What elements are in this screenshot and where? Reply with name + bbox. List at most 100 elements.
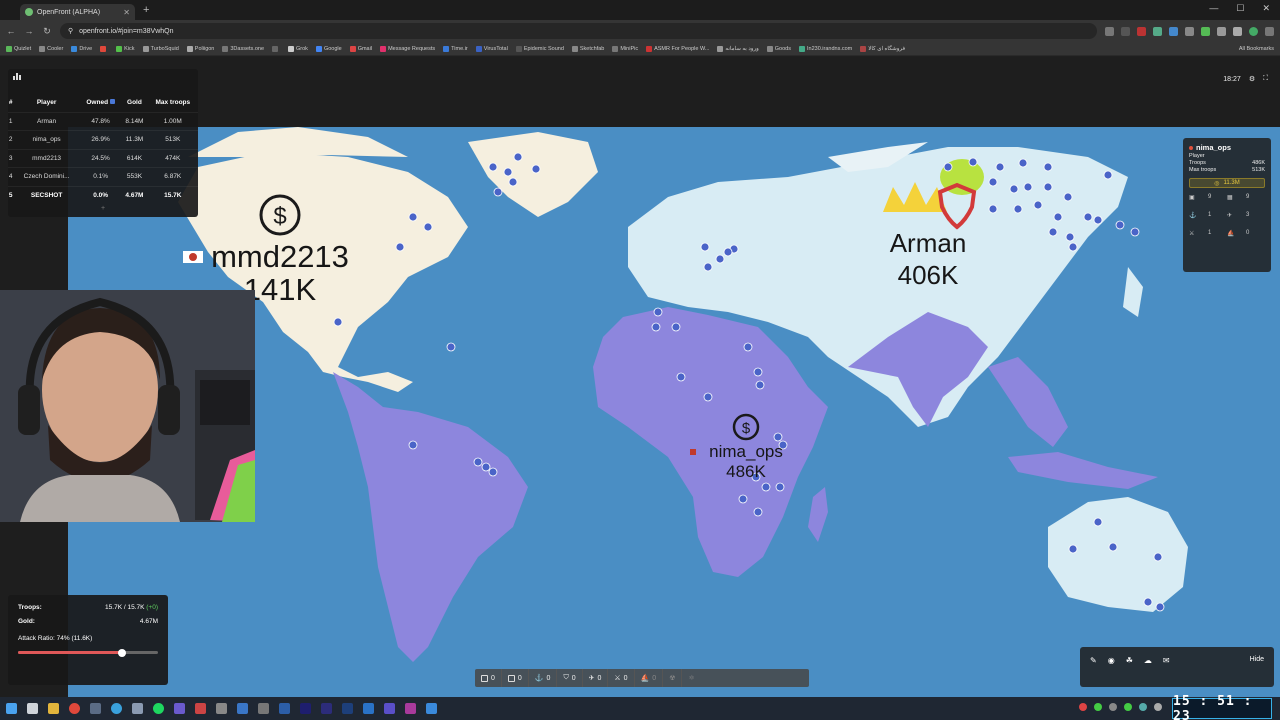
app-icon[interactable] [237,703,248,714]
city-marker[interactable] [1083,212,1093,222]
city-marker[interactable] [1043,162,1053,172]
tray-icon[interactable] [1124,703,1132,711]
app-icon[interactable] [195,703,206,714]
build-port-button[interactable]: ⚓ 0 [529,669,558,687]
city-marker[interactable] [488,162,498,172]
city-marker[interactable] [395,242,405,252]
build-hydrogen-button[interactable]: ⚛ [682,669,700,687]
extension-icon[interactable] [1169,26,1178,36]
build-sam-button[interactable]: ⚔ 0 [608,669,635,687]
bookmark-item[interactable]: Google [315,45,342,52]
app-icon[interactable] [216,703,227,714]
bookmark-item[interactable] [272,45,280,52]
bookmark-item[interactable]: MiniPic [612,45,638,52]
extension-icon[interactable] [1153,26,1162,36]
city-marker[interactable] [1053,212,1063,222]
alliance-icon[interactable]: ☘ [1126,656,1133,665]
bookmark-item[interactable]: Sketchfab [571,45,604,52]
bookmark-item[interactable]: ASMR For People W... [646,45,709,52]
rider-icon[interactable] [405,703,416,714]
city-marker[interactable] [408,212,418,222]
settings-icon[interactable]: ⚙ [1249,75,1255,83]
city-marker[interactable] [775,482,785,492]
close-tab-icon[interactable]: ✕ [123,8,130,17]
site-info-icon[interactable]: ⚲ [68,27,73,35]
build-nuke-button[interactable]: ☢ [663,669,683,687]
city-marker[interactable] [1068,544,1078,554]
bookmark-item[interactable]: Drive [71,45,92,52]
city-marker[interactable] [943,162,953,172]
build-defense-button[interactable]: ⛉ 0 [557,669,583,687]
city-marker[interactable] [723,247,733,257]
profile-avatar[interactable] [1249,26,1258,36]
leaderboard-row[interactable]: 1 Arman 47.8% 8.14M 1.00M [8,111,198,131]
city-marker[interactable] [1009,184,1019,194]
city-marker[interactable] [755,380,765,390]
all-bookmarks-button[interactable]: All Bookmarks [1239,46,1274,52]
bookmark-item[interactable]: Cooler [39,45,63,52]
fullscreen-icon[interactable]: ⛶ [1263,75,1268,83]
bookmark-item[interactable] [100,45,108,52]
spotify-icon[interactable] [153,703,164,714]
bookmark-item[interactable]: In230.irandns.com [798,45,852,52]
city-marker[interactable] [968,157,978,167]
city-marker[interactable] [743,342,753,352]
app-icon[interactable] [90,703,101,714]
file-explorer-icon[interactable] [48,703,59,714]
premiere-icon[interactable] [321,703,332,714]
extension-icon[interactable] [1233,26,1242,36]
build-warship-button[interactable]: ⛵ 0 [635,669,664,687]
build-missile-button[interactable]: ✈ 0 [583,669,609,687]
leaderboard-expand[interactable]: + [8,205,198,213]
extension-icon[interactable] [1137,26,1146,36]
close-window-icon[interactable]: ✕ [1262,3,1270,14]
leaderboard-row[interactable]: 3 mmd2213 24.5% 614K 474K [8,148,198,168]
city-marker[interactable] [1063,192,1073,202]
bookmark-item[interactable]: Kick [116,45,135,52]
city-marker[interactable] [531,164,541,174]
city-marker[interactable] [1043,182,1053,192]
col-max-troops[interactable]: Max troops [148,94,198,112]
city-marker[interactable] [488,467,498,477]
chat-icon[interactable]: ✉ [1163,656,1170,665]
extension-icon[interactable] [1121,26,1130,36]
city-marker[interactable] [423,222,433,232]
search-icon[interactable] [27,703,38,714]
city-marker[interactable] [753,507,763,517]
city-marker[interactable] [1155,602,1165,612]
city-marker[interactable] [1130,227,1140,237]
chrome-icon[interactable] [69,703,80,714]
maximize-icon[interactable]: ☐ [1236,3,1244,14]
city-marker[interactable] [761,482,771,492]
leaderboard-row[interactable]: 4 Czech Domini... 0.1% 553K 6.87K [8,167,198,186]
start-icon[interactable] [6,703,17,714]
tray-icon[interactable] [1139,703,1147,711]
city-marker[interactable] [753,367,763,377]
reload-icon[interactable]: ↻ [42,26,52,37]
city-marker[interactable] [676,372,686,382]
photoshop-icon[interactable] [342,703,353,714]
city-marker[interactable] [446,342,456,352]
city-marker[interactable] [651,322,661,332]
bookmark-item[interactable]: Time.ir [443,45,468,52]
bookmark-item[interactable]: Goods [766,45,791,52]
city-marker[interactable] [1108,542,1118,552]
city-marker[interactable] [715,254,725,264]
city-marker[interactable] [1093,517,1103,527]
city-marker[interactable] [1143,597,1153,607]
minimize-icon[interactable]: — [1209,3,1218,14]
build-factory-button[interactable]: 0 [502,669,529,687]
city-marker[interactable] [333,317,343,327]
extension-icon[interactable] [1105,26,1114,36]
handshake-icon[interactable]: ☁ [1144,656,1152,665]
tray-icon[interactable] [1154,703,1162,711]
city-marker[interactable] [703,262,713,272]
game-area[interactable]: $ $ mmd2213 141K Arman 406K nima_ops 486… [0,57,1280,697]
bookmark-item[interactable]: VirusTotal [475,45,508,52]
new-tab-button[interactable]: + [143,4,149,16]
attack-ratio-knob[interactable] [117,648,126,657]
city-marker[interactable] [408,440,418,450]
bookmark-item[interactable]: Gmail [349,45,372,52]
city-marker[interactable] [1093,215,1103,225]
city-marker[interactable] [1013,204,1023,214]
